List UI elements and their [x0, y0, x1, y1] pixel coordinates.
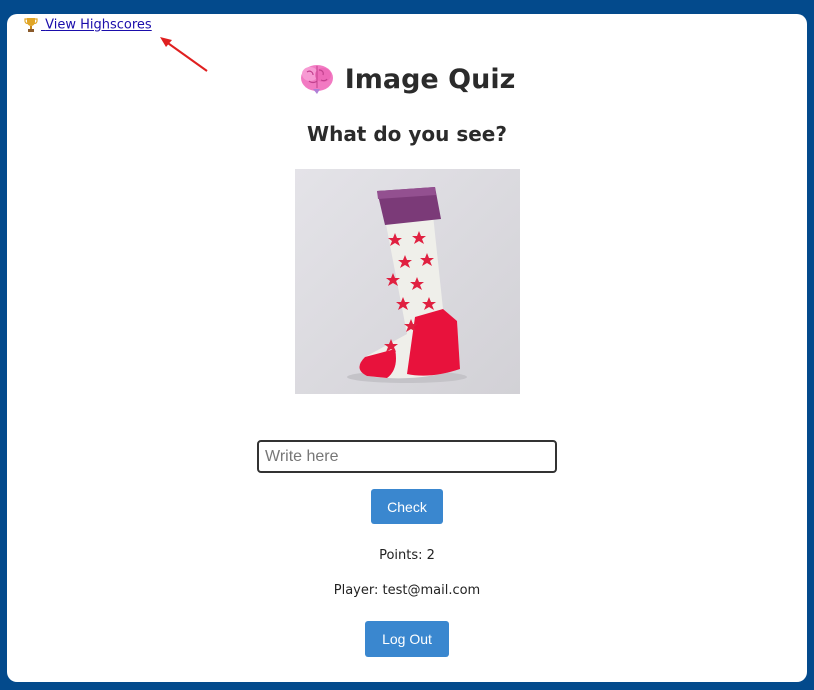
page-title: Image Quiz: [344, 63, 516, 95]
quiz-card: View Highscores Image Quiz What do you s…: [7, 14, 807, 682]
view-highscores-label: View Highscores: [45, 17, 152, 33]
page-header: Image Quiz: [7, 62, 807, 96]
trophy-icon: [23, 17, 41, 33]
points-display: Points: 2: [379, 548, 435, 563]
question-heading: What do you see?: [307, 122, 507, 146]
quiz-image: [295, 169, 520, 394]
view-highscores-link[interactable]: View Highscores: [23, 17, 152, 33]
log-out-button[interactable]: Log Out: [365, 621, 449, 657]
check-button[interactable]: Check: [371, 489, 443, 524]
answer-input[interactable]: [257, 440, 557, 473]
brain-icon: [300, 65, 333, 94]
player-display: Player: test@mail.com: [333, 583, 481, 598]
